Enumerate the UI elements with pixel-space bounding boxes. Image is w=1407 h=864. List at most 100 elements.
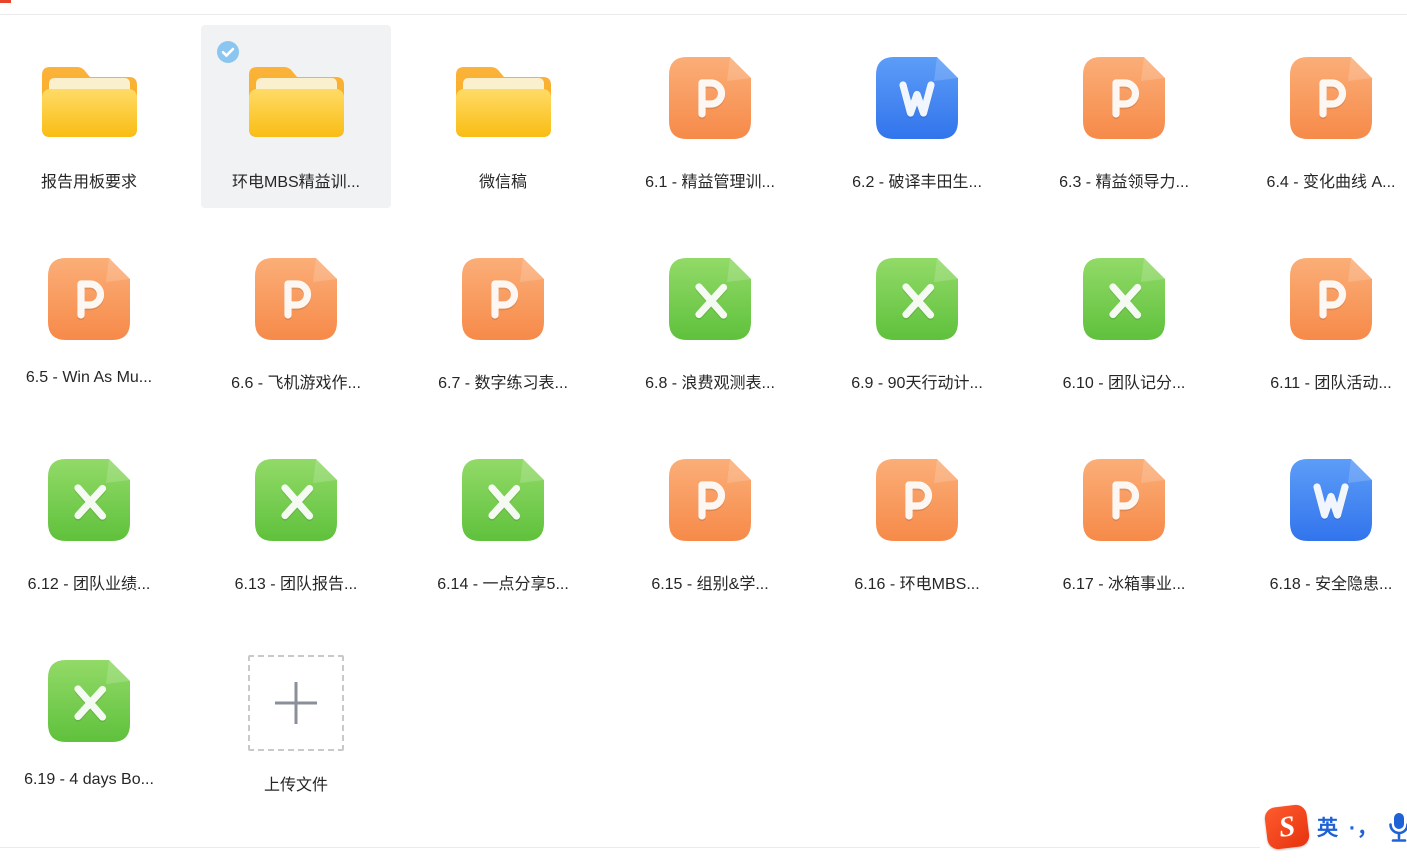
file-label: 6.16 - 环电MBS... <box>854 570 979 594</box>
ppt-icon-slot <box>1236 258 1407 340</box>
file-label: 6.15 - 组别&学... <box>651 570 768 594</box>
file-label: 6.1 - 精益管理训... <box>645 168 775 192</box>
file-tile[interactable]: 6.13 - 团队报告... <box>201 427 391 610</box>
selected-check-icon <box>217 41 239 63</box>
excel-icon-slot <box>615 258 805 340</box>
ppt-file-icon <box>255 258 337 340</box>
ppt-file-icon <box>876 459 958 541</box>
plus-icon <box>273 680 319 726</box>
word-file-icon <box>876 57 958 139</box>
upload-dropzone[interactable] <box>248 655 344 751</box>
microphone-icon[interactable] <box>1387 811 1407 843</box>
file-label: 6.5 - Win As Mu... <box>26 369 152 387</box>
file-label: 报告用板要求 <box>41 168 137 192</box>
excel-icon-slot <box>0 660 184 742</box>
folder-icon <box>42 59 137 137</box>
ime-punctuation-toggle[interactable]: ·， <box>1349 812 1379 842</box>
file-tile[interactable]: 6.19 - 4 days Bo... <box>0 628 184 811</box>
ppt-icon-slot <box>822 459 1012 541</box>
excel-icon-slot <box>0 459 184 541</box>
file-tile[interactable]: 6.14 - 一点分享5... <box>408 427 598 610</box>
folder-tile[interactable]: 环电MBS精益训... <box>201 25 391 208</box>
file-tile[interactable]: 6.10 - 团队记分... <box>1029 226 1219 409</box>
excel-icon-slot <box>408 459 598 541</box>
screen-corner-artifact <box>0 0 11 3</box>
file-grid: 报告用板要求 环电MBS精益训... 微信稿 <box>0 25 1407 811</box>
file-label: 6.2 - 破译丰田生... <box>852 168 982 192</box>
file-label: 6.3 - 精益领导力... <box>1059 168 1189 192</box>
ppt-file-icon <box>48 258 130 340</box>
ppt-file-icon <box>1083 57 1165 139</box>
folder-icon-slot <box>201 57 391 139</box>
file-tile[interactable]: 6.12 - 团队业绩... <box>0 427 184 610</box>
excel-file-icon <box>462 459 544 541</box>
ppt-icon-slot <box>615 459 805 541</box>
word-icon-slot <box>822 57 1012 139</box>
ppt-file-icon <box>669 57 751 139</box>
ppt-icon-slot <box>0 258 184 340</box>
folder-tile[interactable]: 微信稿 <box>408 25 598 208</box>
sogou-s-logo[interactable]: S <box>1264 804 1311 851</box>
file-label: 6.7 - 数字练习表... <box>438 369 568 393</box>
folder-icon-slot <box>0 57 184 139</box>
file-tile[interactable]: 6.9 - 90天行动计... <box>822 226 1012 409</box>
ppt-icon-slot <box>1029 459 1219 541</box>
file-tile[interactable]: 6.1 - 精益管理训... <box>615 25 805 208</box>
file-tile[interactable]: 6.3 - 精益领导力... <box>1029 25 1219 208</box>
file-label: 6.12 - 团队业绩... <box>28 570 151 594</box>
excel-file-icon <box>48 660 130 742</box>
file-tile[interactable]: 6.16 - 环电MBS... <box>822 427 1012 610</box>
file-label: 6.13 - 团队报告... <box>235 570 358 594</box>
ppt-icon-slot <box>408 258 598 340</box>
file-label: 环电MBS精益训... <box>232 168 360 192</box>
file-tile[interactable]: 6.7 - 数字练习表... <box>408 226 598 409</box>
file-tile[interactable]: 6.18 - 安全隐患... <box>1236 427 1407 610</box>
file-label: 6.10 - 团队记分... <box>1063 369 1186 393</box>
file-label: 微信稿 <box>479 168 527 192</box>
ppt-file-icon <box>1290 57 1372 139</box>
excel-icon-slot <box>201 459 391 541</box>
upload-icon-slot <box>201 655 391 751</box>
file-label: 6.8 - 浪费观测表... <box>645 369 775 393</box>
file-tile[interactable]: 6.6 - 飞机游戏作... <box>201 226 391 409</box>
bottom-divider <box>0 847 1407 848</box>
ppt-icon-slot <box>615 57 805 139</box>
file-label: 6.14 - 一点分享5... <box>437 570 569 594</box>
file-tile[interactable]: 6.8 - 浪费观测表... <box>615 226 805 409</box>
ppt-file-icon <box>1290 258 1372 340</box>
folder-tile[interactable]: 报告用板要求 <box>0 25 184 208</box>
folder-icon <box>456 59 551 137</box>
excel-file-icon <box>876 258 958 340</box>
file-label: 6.9 - 90天行动计... <box>851 369 983 393</box>
file-tile[interactable]: 6.17 - 冰箱事业... <box>1029 427 1219 610</box>
file-tile[interactable]: 6.11 - 团队活动... <box>1236 226 1407 409</box>
ppt-file-icon <box>1083 459 1165 541</box>
file-tile[interactable]: 6.2 - 破译丰田生... <box>822 25 1012 208</box>
excel-icon-slot <box>1029 258 1219 340</box>
file-tile[interactable]: 6.15 - 组别&学... <box>615 427 805 610</box>
upload-file-tile[interactable]: 上传文件 <box>201 628 391 811</box>
file-label: 6.4 - 变化曲线 A... <box>1267 168 1396 192</box>
excel-file-icon <box>1083 258 1165 340</box>
ppt-file-icon <box>462 258 544 340</box>
ppt-file-icon <box>669 459 751 541</box>
word-icon-slot <box>1236 459 1407 541</box>
file-label: 6.11 - 团队活动... <box>1270 369 1392 393</box>
ppt-icon-slot <box>1236 57 1407 139</box>
top-divider <box>0 14 1407 15</box>
file-label: 6.17 - 冰箱事业... <box>1063 570 1186 594</box>
selection-checkmark[interactable] <box>217 41 239 63</box>
excel-icon-slot <box>822 258 1012 340</box>
ime-toolbar: S 英 ·， <box>1260 804 1407 850</box>
ime-language-toggle[interactable]: 英 <box>1317 812 1338 842</box>
file-tile[interactable]: 6.4 - 变化曲线 A... <box>1236 25 1407 208</box>
folder-icon-slot <box>408 57 598 139</box>
excel-file-icon <box>669 258 751 340</box>
upload-label: 上传文件 <box>264 771 328 795</box>
word-file-icon <box>1290 459 1372 541</box>
folder-icon <box>249 59 344 137</box>
ppt-icon-slot <box>201 258 391 340</box>
excel-file-icon <box>48 459 130 541</box>
file-tile[interactable]: 6.5 - Win As Mu... <box>0 226 184 409</box>
file-label: 6.6 - 飞机游戏作... <box>231 369 361 393</box>
